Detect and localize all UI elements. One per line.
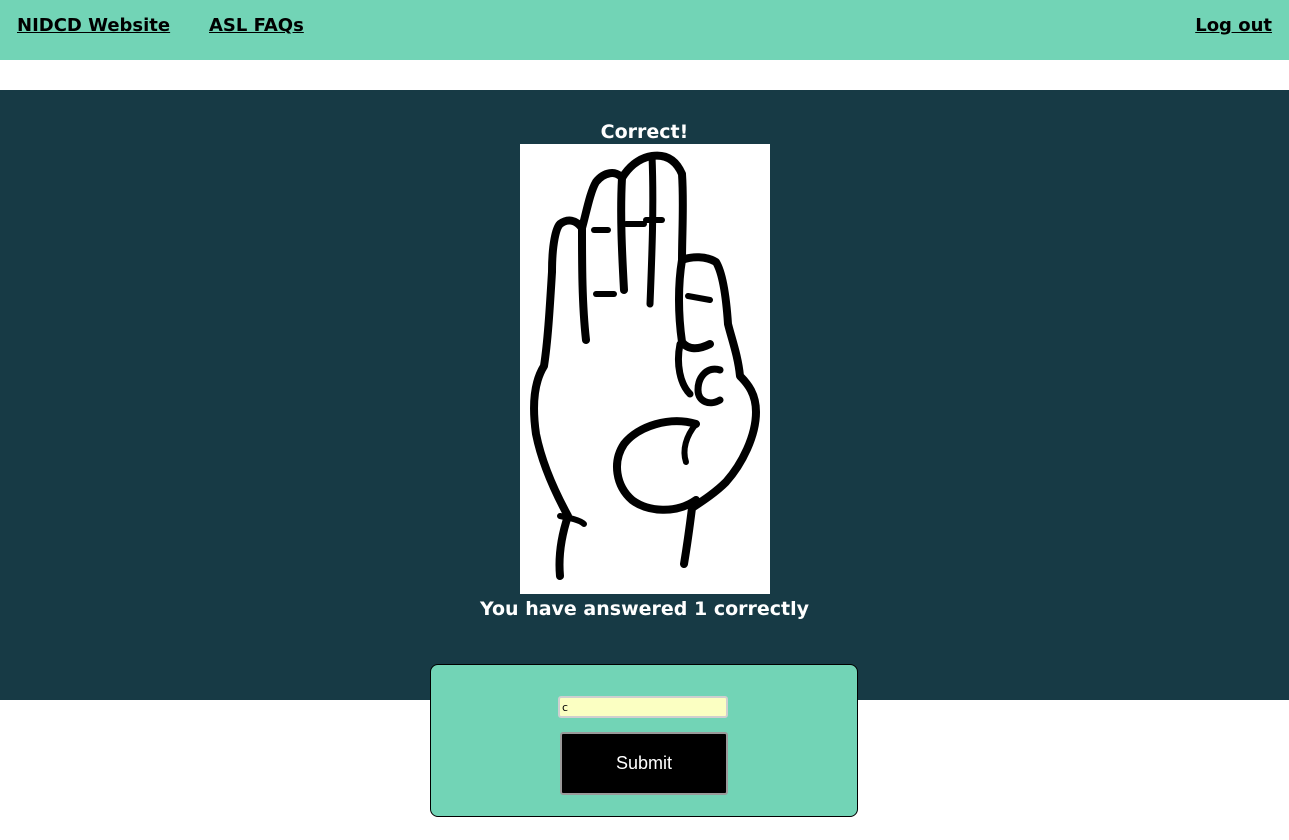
answer-input[interactable] [558, 696, 728, 718]
answer-form: Submit [430, 664, 858, 817]
log-out-link[interactable]: Log out [1195, 14, 1272, 38]
submit-button[interactable]: Submit [560, 732, 728, 795]
top-navigation-bar: NIDCD Website ASL FAQs Log out [0, 0, 1289, 60]
asl-sign-image [520, 144, 770, 594]
result-message: Correct! [600, 121, 689, 143]
hand-sign-icon [530, 151, 760, 580]
score-message: You have answered 1 correctly [479, 598, 810, 620]
nidcd-website-link[interactable]: NIDCD Website [17, 14, 170, 38]
asl-faqs-link[interactable]: ASL FAQs [209, 14, 304, 38]
